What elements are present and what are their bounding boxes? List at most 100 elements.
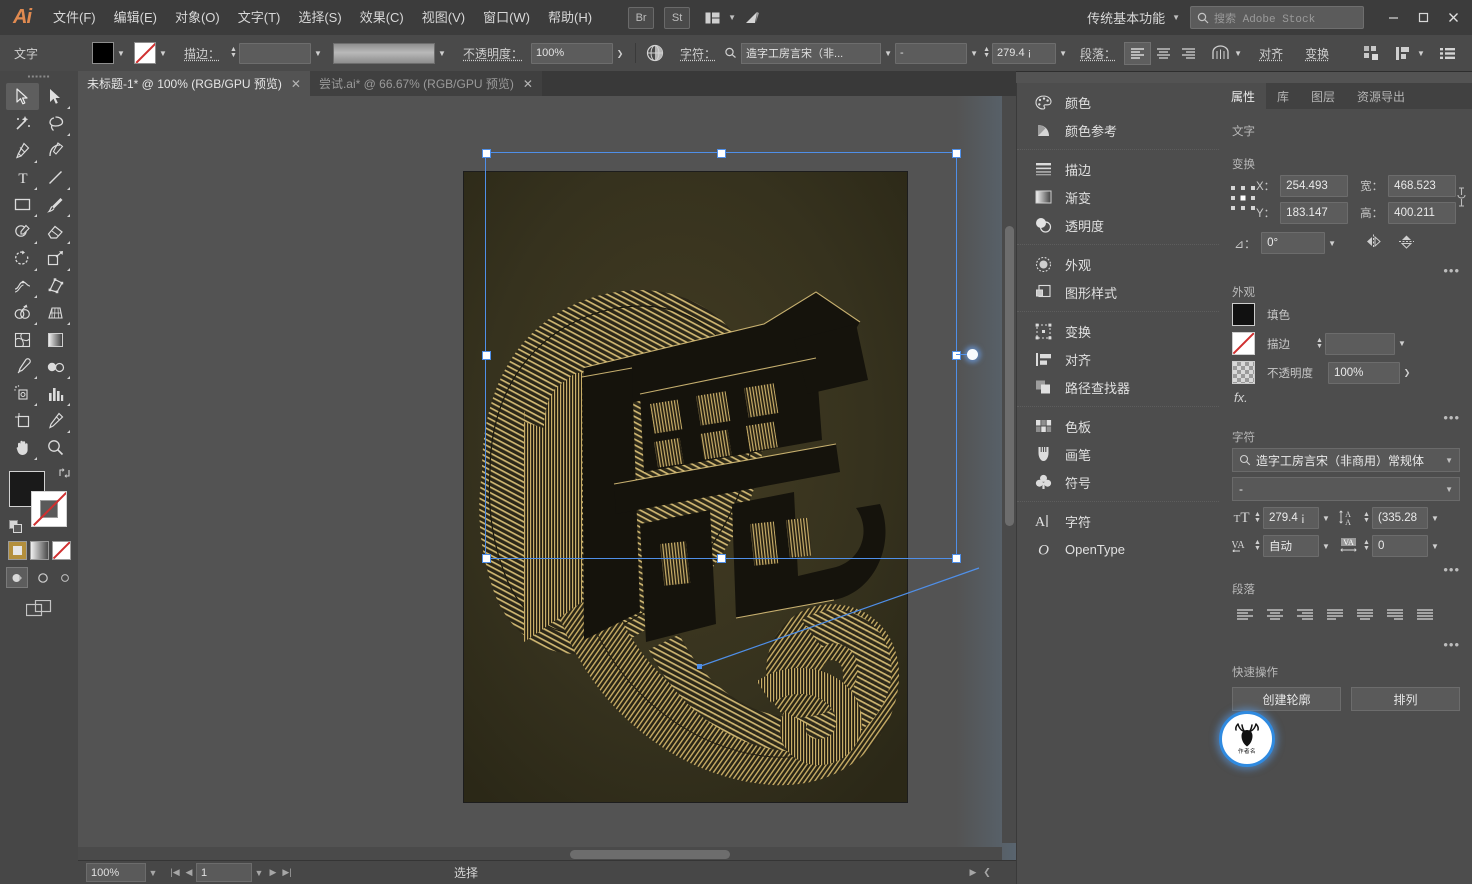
paragraph-more-options-icon[interactable]: ••• <box>1220 638 1472 651</box>
none-mode-button[interactable] <box>51 541 71 560</box>
draw-behind-button[interactable] <box>34 570 51 586</box>
zoom-level-input[interactable]: 100% <box>86 863 146 882</box>
font-style-input[interactable]: - <box>895 42 968 64</box>
tracking-chevron-icon[interactable]: ▼ <box>1428 536 1442 556</box>
zoom-tool[interactable] <box>39 434 72 461</box>
font-style-chevron-icon[interactable]: ▼ <box>1445 485 1453 494</box>
doc-tab-close-icon[interactable]: ✕ <box>291 77 301 91</box>
text-wrap-icon[interactable] <box>1209 42 1231 64</box>
font-size-chevron-icon[interactable]: ▼ <box>1056 43 1070 63</box>
panel-color[interactable]: 颜色 <box>1017 88 1221 116</box>
panel-transparency[interactable]: 透明度 <box>1017 211 1221 239</box>
constrain-proportions-icon[interactable] <box>1456 187 1467 207</box>
eyedropper-tool[interactable] <box>6 353 39 380</box>
next-artboard-icon[interactable]: ▶ <box>266 864 280 881</box>
line-segment-tool[interactable] <box>39 164 72 191</box>
appearance-more-options-icon[interactable]: ••• <box>1220 411 1472 424</box>
panel-menu-icon[interactable] <box>1436 42 1458 64</box>
select-similar-icon[interactable] <box>1360 42 1382 64</box>
menu-window[interactable]: 窗口(W) <box>474 0 539 35</box>
stroke-swatch[interactable] <box>1232 332 1255 355</box>
panel-gradient[interactable]: 渐变 <box>1017 183 1221 211</box>
doc-tab-untitled-1[interactable]: 未标题-1* @ 100% (RGB/GPU 预览) ✕ <box>78 71 310 96</box>
hand-tool[interactable] <box>6 434 39 461</box>
doc-tab-close-icon[interactable]: ✕ <box>523 77 533 91</box>
menu-view[interactable]: 视图(V) <box>413 0 474 35</box>
kerning-input[interactable]: 自动 <box>1263 535 1319 557</box>
para-justify-last-center-button[interactable] <box>1352 604 1378 626</box>
menu-object[interactable]: 对象(O) <box>166 0 229 35</box>
bridge-button[interactable]: Br <box>628 6 655 29</box>
para-align-center-button[interactable] <box>1262 604 1288 626</box>
draw-inside-button[interactable] <box>57 571 72 585</box>
stroke-color-indicator[interactable] <box>31 491 67 527</box>
recolor-artwork-icon[interactable] <box>644 42 666 64</box>
leading-input[interactable]: (335.28 <box>1372 507 1428 529</box>
tab-libraries[interactable]: 库 <box>1266 83 1300 109</box>
fill-dropdown-icon[interactable]: ▼ <box>114 43 128 63</box>
align-left-button[interactable] <box>1124 41 1152 65</box>
stock-button[interactable]: St <box>664 6 691 29</box>
selection-handle-tl[interactable] <box>482 149 491 158</box>
rotate-tool[interactable] <box>6 245 39 272</box>
panel-brushes[interactable]: 画笔 <box>1017 440 1221 468</box>
rectangle-tool[interactable] <box>6 191 39 218</box>
selection-handle-br[interactable] <box>952 554 961 563</box>
para-justify-all-button[interactable] <box>1412 604 1438 626</box>
perspective-grid-tool[interactable] <box>39 299 72 326</box>
default-fill-stroke-icon[interactable] <box>9 520 23 537</box>
status-menu-icon[interactable]: ▶ <box>966 864 980 881</box>
para-justify-last-right-button[interactable] <box>1382 604 1408 626</box>
kerning-chevron-icon[interactable]: ▼ <box>1319 536 1333 556</box>
shape-builder-tool[interactable] <box>6 299 39 326</box>
stroke-weight-stepper[interactable]: ▲ ▼ <box>228 43 239 63</box>
arrange-chevron-icon[interactable]: ▼ <box>728 13 736 22</box>
panel-transform[interactable]: 变换 <box>1017 317 1221 345</box>
align-distribute-chevron-icon[interactable]: ▼ <box>1414 43 1428 63</box>
artboard-number-input[interactable]: 1 <box>196 863 252 882</box>
panel-symbols[interactable]: 符号 <box>1017 468 1221 496</box>
height-input[interactable]: 400.211 <box>1388 202 1457 224</box>
prev-artboard-icon[interactable]: ◀ <box>182 864 196 881</box>
curvature-tool[interactable] <box>39 137 72 164</box>
workspace-switcher-label[interactable]: 传统基本功能 <box>1087 8 1165 27</box>
artboard[interactable] <box>464 172 907 802</box>
align-center-button[interactable] <box>1151 43 1176 64</box>
panel-align[interactable]: 对齐 <box>1017 345 1221 373</box>
opacity-swatch[interactable] <box>1232 361 1255 384</box>
stroke-weight-input[interactable] <box>239 42 312 64</box>
menu-file[interactable]: 文件(F) <box>44 0 105 35</box>
stroke-color-swatch[interactable] <box>134 42 156 64</box>
gradient-tool[interactable] <box>39 326 72 353</box>
draw-normal-button[interactable] <box>6 567 28 588</box>
font-style-chevron-icon[interactable]: ▼ <box>967 43 981 63</box>
panel-color-guide[interactable]: 颜色参考 <box>1017 116 1221 144</box>
eraser-tool[interactable] <box>39 218 72 245</box>
font-family-select[interactable]: 造字工房言宋（非商用）常规体 ▼ <box>1232 448 1460 472</box>
align-menu-label[interactable]: 对齐 <box>1259 45 1283 62</box>
font-family-chevron-icon[interactable]: ▼ <box>881 43 895 63</box>
stroke-weight-chevron-icon[interactable]: ▼ <box>311 43 325 63</box>
leading-stepper[interactable]: ▲ ▼ <box>1361 508 1372 528</box>
tools-panel-grip[interactable]: ▪▪▪▪▪▪ <box>0 71 78 81</box>
para-align-right-button[interactable] <box>1292 604 1318 626</box>
stroke-weight-input[interactable] <box>1325 332 1395 355</box>
x-input[interactable]: 254.493 <box>1280 175 1349 197</box>
panel-pathfinder[interactable]: 路径查找器 <box>1017 373 1221 401</box>
font-size-input[interactable]: 279.4 ¡ <box>992 42 1057 64</box>
tracking-input[interactable]: 0 <box>1372 535 1428 557</box>
align-distribute-icon[interactable] <box>1392 42 1414 64</box>
symbol-sprayer-tool[interactable] <box>6 380 39 407</box>
status-grip-icon[interactable]: ❮ <box>980 864 994 881</box>
lasso-tool[interactable] <box>39 110 72 137</box>
stock-search-input[interactable]: 搜索 Adobe Stock <box>1190 6 1364 29</box>
font-size-chevron-icon[interactable]: ▼ <box>1319 508 1333 528</box>
create-outlines-button[interactable]: 创建轮廓 <box>1232 687 1341 711</box>
font-family-input[interactable]: 造字工房言宋（非... <box>741 42 882 64</box>
blend-tool[interactable] <box>39 353 72 380</box>
font-style-select[interactable]: - ▼ <box>1232 477 1460 501</box>
zoom-chevron-icon[interactable]: ▼ <box>146 864 160 881</box>
para-align-left-button[interactable] <box>1232 604 1258 626</box>
rotate-widget-handle[interactable] <box>967 349 978 360</box>
swap-fill-stroke-icon[interactable] <box>58 467 71 482</box>
